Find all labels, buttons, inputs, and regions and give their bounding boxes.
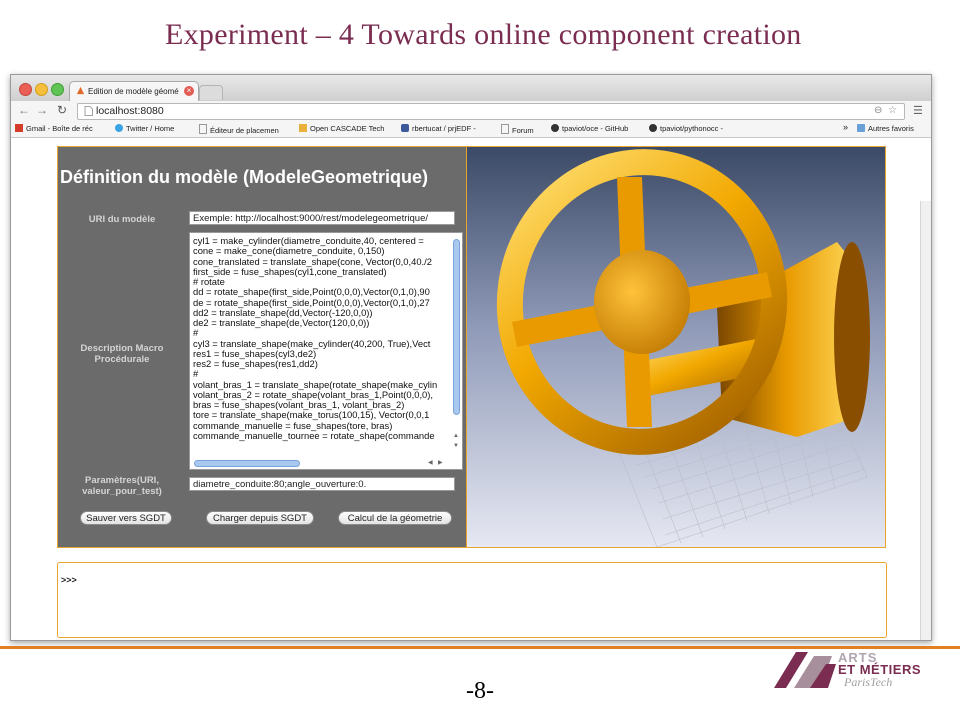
reload-icon[interactable]: ↻ [55, 103, 69, 117]
other-bookmarks[interactable]: Autres favoris [857, 124, 914, 133]
tab-close-icon[interactable]: × [184, 86, 194, 96]
github-icon [551, 124, 559, 132]
page-icon [84, 106, 93, 116]
code-line: commande_manuelle_tournee = rotate_shape… [193, 429, 435, 441]
panel-heading: Définition du modèle (ModeleGeometrique) [60, 167, 429, 187]
scroll-left-icon[interactable]: ◀ [428, 459, 433, 466]
bookmark-item[interactable]: Forum [501, 124, 534, 135]
bookmarks-overflow-icon[interactable]: » [843, 122, 848, 132]
bookmark-item[interactable]: Gmail - Boîte de réc [15, 124, 93, 133]
slide-number: -8- [466, 678, 494, 704]
compute-geometry-button[interactable]: Calcul de la géometrie [338, 511, 452, 525]
page-content: Définition du modèle (ModeleGeometrique)… [11, 138, 931, 640]
address-text: localhost:8080 [96, 105, 164, 117]
folder-icon [857, 124, 865, 132]
twitter-icon [115, 124, 123, 132]
github-icon [649, 124, 657, 132]
new-tab-button[interactable] [199, 85, 223, 100]
code-line: # [193, 327, 199, 339]
page-icon [501, 124, 509, 134]
menu-icon[interactable]: ☰ [913, 104, 923, 117]
bookmark-item[interactable]: Éditeur de placemen [199, 124, 279, 135]
load-from-sgdt-button[interactable]: Charger depuis SGDT [206, 511, 314, 525]
params-label: Paramètres(URI, valeur_pour_test) [82, 475, 162, 497]
occ-icon [299, 124, 307, 132]
code-line: de2 = translate_shape(de,Vector(120,0,0)… [193, 317, 370, 328]
description-label: Description Macro Procédurale [80, 343, 164, 365]
model-definition-panel: Définition du modèle (ModeleGeometrique)… [57, 146, 467, 548]
forward-arrow-icon[interactable]: → [35, 103, 49, 117]
bookmark-item[interactable]: Twitter / Home [115, 124, 174, 133]
horizontal-scroll-thumb[interactable] [194, 460, 300, 467]
params-input[interactable]: diametre_conduite:80;angle_ouverture:0. [189, 477, 455, 491]
browser-titlebar: Edition de modèle géomé × [11, 75, 931, 102]
zoom-window-icon[interactable] [51, 83, 64, 96]
save-to-sgdt-button[interactable]: Sauver vers SGDT [80, 511, 172, 525]
console-prompt: >>> [61, 575, 77, 585]
browser-toolbar: ← → ↻ localhost:8080 ⊖ ☆ ☰ [11, 101, 931, 121]
browser-tab[interactable]: Edition de modèle géomé × [69, 81, 199, 102]
valve-3d-render [496, 149, 870, 547]
zoom-icon[interactable]: ⊖ [874, 105, 882, 116]
uri-label: URI du modèle [88, 214, 156, 225]
code-line: tore = translate_shape(make_torus(100,15… [193, 409, 430, 421]
star-icon[interactable]: ☆ [888, 105, 897, 116]
address-bar[interactable]: localhost:8080 ⊖ ☆ [77, 103, 905, 120]
code-line: res2 = fuse_shapes(res1,dd2) [193, 358, 318, 369]
slide-title: Experiment – 4 Towards online component … [165, 18, 802, 51]
bookmark-item[interactable]: rbertucat / prjEDF - [401, 124, 476, 133]
tab-title: Edition de modèle géomé [88, 87, 179, 96]
macro-code-textarea[interactable]: cyl1 = make_cylinder(diametre_conduite,4… [189, 232, 463, 470]
bookmark-item[interactable]: tpaviot/oce - GitHub [551, 124, 628, 133]
code-line: # [193, 368, 199, 380]
scroll-up-icon[interactable]: ▲ [453, 433, 459, 439]
horizontal-scrollbar[interactable]: ◀ ▶ [192, 459, 450, 467]
vertical-scroll-thumb[interactable] [453, 239, 460, 415]
browser-window: Edition de modèle géomé × ← → ↻ localhos… [10, 74, 932, 641]
back-arrow-icon[interactable]: ← [17, 103, 31, 117]
vertical-scrollbar[interactable]: ▲ ▼ [452, 235, 461, 455]
close-window-icon[interactable] [19, 83, 32, 96]
bookmark-item[interactable]: tpaviot/pythonocc - [649, 124, 723, 133]
uri-input[interactable]: Exemple: http://localhost:9000/rest/mode… [189, 211, 455, 225]
gmail-icon [15, 124, 23, 132]
scroll-right-icon[interactable]: ▶ [438, 459, 443, 466]
code-line: dd = rotate_shape(first_side,Point(0,0,0… [193, 286, 430, 298]
python-console[interactable]: >>> [57, 562, 887, 638]
bookmarks-bar: Gmail - Boîte de réc Twitter / Home Édit… [11, 121, 931, 138]
handwheel-hub [594, 250, 690, 354]
minimize-window-icon[interactable] [35, 83, 48, 96]
bookmark-item[interactable]: Open CASCADE Tech [299, 124, 384, 133]
page-scrollbar[interactable]: ◢ [920, 201, 931, 640]
favicon-icon [76, 86, 85, 95]
page-icon [199, 124, 207, 134]
3d-viewer[interactable] [466, 146, 886, 548]
scroll-down-icon[interactable]: ▼ [453, 443, 459, 449]
code-line: cone = make_cone(diametre_conduite, 0,15… [193, 245, 385, 257]
shield-icon [401, 124, 409, 132]
